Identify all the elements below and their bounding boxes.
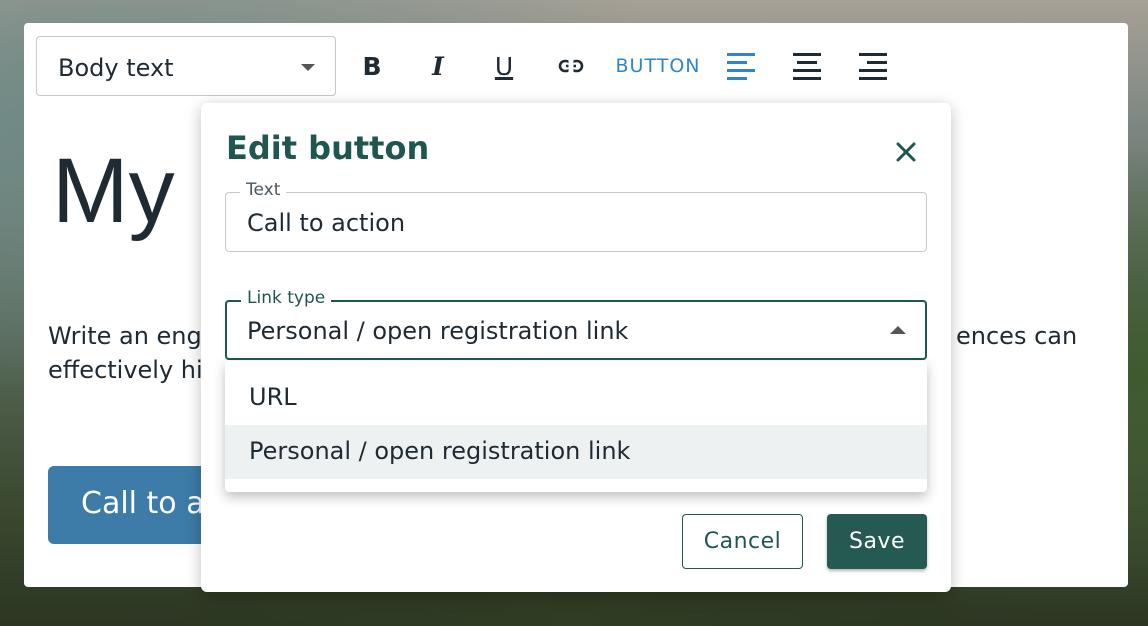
- underline-button[interactable]: U: [490, 48, 518, 84]
- close-icon: [896, 142, 916, 162]
- link-icon: [558, 59, 584, 73]
- chevron-down-icon: [301, 64, 315, 71]
- edit-button-dialog: Edit button Text Call to action Link typ…: [201, 103, 951, 592]
- italic-button[interactable]: I: [424, 48, 452, 84]
- chevron-up-icon: [890, 326, 906, 334]
- align-center-button[interactable]: [792, 48, 822, 84]
- menu-item-url[interactable]: URL: [225, 371, 927, 425]
- align-left-icon: [727, 52, 755, 80]
- link-type-label: Link type: [241, 288, 332, 308]
- text-field[interactable]: Text Call to action: [225, 180, 927, 252]
- align-center-icon: [793, 52, 821, 80]
- text-field-label: Text: [240, 180, 287, 200]
- align-right-icon: [859, 52, 887, 80]
- menu-item-personal-registration-link[interactable]: Personal / open registration link: [225, 425, 927, 479]
- align-left-button[interactable]: [726, 48, 756, 84]
- align-right-button[interactable]: [858, 48, 888, 84]
- save-button[interactable]: Save: [827, 514, 927, 569]
- dialog-title: Edit button: [226, 129, 430, 167]
- link-type-select[interactable]: Link type Personal / open registration l…: [225, 288, 927, 360]
- link-type-value: Personal / open registration link: [247, 317, 629, 345]
- bold-button[interactable]: B: [358, 48, 386, 84]
- text-style-value: Body text: [58, 54, 174, 82]
- text-field-value: Call to action: [247, 209, 406, 237]
- cancel-button[interactable]: Cancel: [682, 514, 803, 569]
- text-style-select[interactable]: Body text: [36, 36, 336, 96]
- close-button[interactable]: [891, 137, 921, 167]
- link-button[interactable]: [556, 48, 586, 84]
- document-heading[interactable]: My: [52, 139, 175, 244]
- paragraph-line-1-tail: ences can: [956, 322, 1078, 350]
- editor-toolbar: Body text B I U BUTTON: [24, 23, 1128, 109]
- insert-button-button[interactable]: BUTTON: [614, 48, 702, 84]
- link-type-menu: URL Personal / open registration link: [225, 361, 927, 492]
